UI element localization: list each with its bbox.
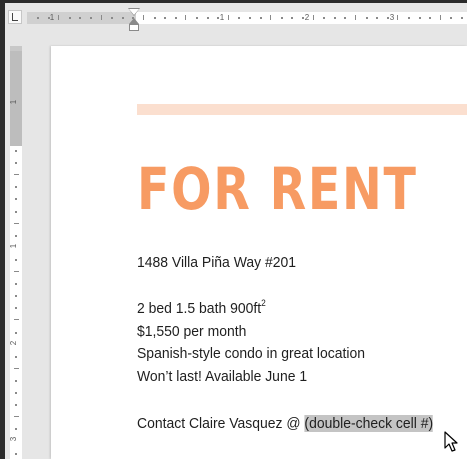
- vertical-ruler-tick: [15, 331, 17, 334]
- ruler-tick: [196, 17, 198, 19]
- vertical-ruler-number: 1: [9, 99, 19, 105]
- vertical-ruler-tick: [14, 416, 19, 418]
- vertical-ruler-tick: [15, 379, 17, 382]
- document-page[interactable]: FOR RENT 1488 Villa Piña Way #201 2 bed …: [51, 46, 467, 459]
- ruler-tick: [259, 17, 262, 19]
- ruler-tick: [450, 17, 453, 19]
- horizontal-ruler[interactable]: 1 1 2 3: [27, 6, 467, 32]
- ruler-tick: [206, 17, 209, 19]
- ruler-tick: [90, 17, 92, 19]
- ruler-tick: [100, 15, 102, 20]
- ruler-tick: [355, 15, 356, 20]
- vertical-ruler-tick: [15, 307, 17, 310]
- address-line[interactable]: 1488 Villa Piña Way #201: [137, 254, 296, 272]
- ruler-tick: [164, 17, 167, 19]
- vertical-ruler-tick: [15, 295, 17, 298]
- description-line[interactable]: Spanish-style condo in great location: [137, 345, 365, 363]
- vertical-ruler-tick: [14, 271, 19, 272]
- ruler-tick: [143, 15, 144, 20]
- ruler-tick: [37, 17, 39, 19]
- ruler-tick: [439, 15, 441, 20]
- vertical-ruler-tick: [14, 319, 19, 321]
- vertical-ruler-tick: [14, 367, 19, 369]
- ruler-tick: [333, 17, 336, 19]
- ruler-tick: [397, 15, 399, 20]
- ruler-number: 2: [304, 13, 310, 22]
- ruler-tick: [58, 15, 60, 20]
- ruler-number: 3: [389, 13, 395, 22]
- vertical-ruler-tick: [14, 222, 19, 224]
- vertical-ruler-tick: [15, 186, 17, 189]
- ruler-tick: [344, 17, 347, 19]
- left-tab-icon: [12, 13, 18, 21]
- ruler-tick: [386, 17, 389, 19]
- superscript-two: 2: [261, 298, 266, 308]
- left-indent-marker[interactable]: [129, 24, 139, 31]
- vertical-ruler-tick: [14, 174, 19, 176]
- ruler-tick: [227, 15, 229, 20]
- availability-line[interactable]: Won’t last! Available June 1: [137, 368, 307, 386]
- price-line[interactable]: $1,550 per month: [137, 323, 246, 341]
- window-border-left: [0, 0, 5, 459]
- ruler-tick: [376, 17, 379, 19]
- ruler-number: 1: [49, 13, 55, 22]
- ruler-tick: [238, 17, 241, 19]
- ruler-tick: [217, 17, 220, 19]
- contact-line[interactable]: Contact Claire Vasquez @ (double-check c…: [137, 415, 434, 433]
- vertical-ruler-tick: [15, 452, 17, 455]
- ruler-tick: [132, 17, 135, 19]
- ruler-tick: [111, 17, 114, 19]
- ruler-tick: [121, 17, 124, 19]
- vertical-ruler-number: 3: [9, 436, 19, 442]
- vertical-ruler-tick: [15, 355, 17, 358]
- vertical-ruler-tick: [15, 428, 17, 431]
- ruler-tick: [153, 17, 156, 19]
- vertical-ruler-tick: [15, 198, 17, 201]
- ruler-tick: [185, 15, 187, 20]
- mouse-pointer-icon: [444, 431, 458, 452]
- ruler-tick: [323, 17, 326, 19]
- vertical-ruler-tick: [15, 150, 17, 152]
- ruler-tick: [47, 17, 50, 19]
- tab-selector-button[interactable]: [8, 10, 22, 24]
- ruler-number: 1: [219, 13, 225, 22]
- ruler-tick: [408, 17, 410, 19]
- details-text: 2 bed 1.5 bath 900ft: [137, 300, 262, 317]
- ruler-tick: [365, 17, 368, 19]
- ruler-tick: [174, 17, 177, 19]
- ruler-tick: [270, 15, 272, 20]
- vertical-ruler-tick: [15, 404, 17, 407]
- vertical-ruler[interactable]: 1 1 2 3: [9, 46, 22, 459]
- decorative-header-bar: [137, 104, 467, 115]
- ruler-tick: [249, 17, 251, 19]
- vertical-ruler-number: 2: [9, 340, 19, 346]
- ruler-tick: [79, 17, 82, 19]
- document-title[interactable]: FOR RENT: [137, 154, 418, 224]
- vertical-ruler-tick: [15, 234, 17, 237]
- vertical-ruler-tick: [15, 258, 17, 261]
- ruler-tick: [291, 17, 294, 19]
- contact-text: Contact Claire Vasquez @: [137, 415, 305, 432]
- ruler-tick: [461, 17, 463, 19]
- ruler-tick: [418, 17, 421, 19]
- ruler-tick: [312, 15, 314, 20]
- window-border-top: [0, 0, 467, 3]
- ruler-tick: [429, 17, 432, 19]
- vertical-ruler-margin-thumb[interactable]: [10, 51, 22, 146]
- ruler-tick: [68, 17, 71, 19]
- ruler-left-margin: [27, 12, 136, 24]
- details-line[interactable]: 2 bed 1.5 bath 900ft2: [137, 298, 266, 318]
- vertical-ruler-tick: [15, 283, 17, 286]
- vertical-ruler-tick: [15, 162, 17, 165]
- ruler-tick: [280, 17, 283, 19]
- vertical-ruler-tick: [15, 210, 17, 213]
- vertical-ruler-tick: [15, 392, 17, 394]
- vertical-ruler-number: 1: [9, 243, 19, 249]
- ruler-tick: [302, 17, 304, 19]
- selected-text-highlight[interactable]: (double-check cell #): [304, 415, 434, 432]
- first-line-indent-marker[interactable]: [129, 9, 139, 15]
